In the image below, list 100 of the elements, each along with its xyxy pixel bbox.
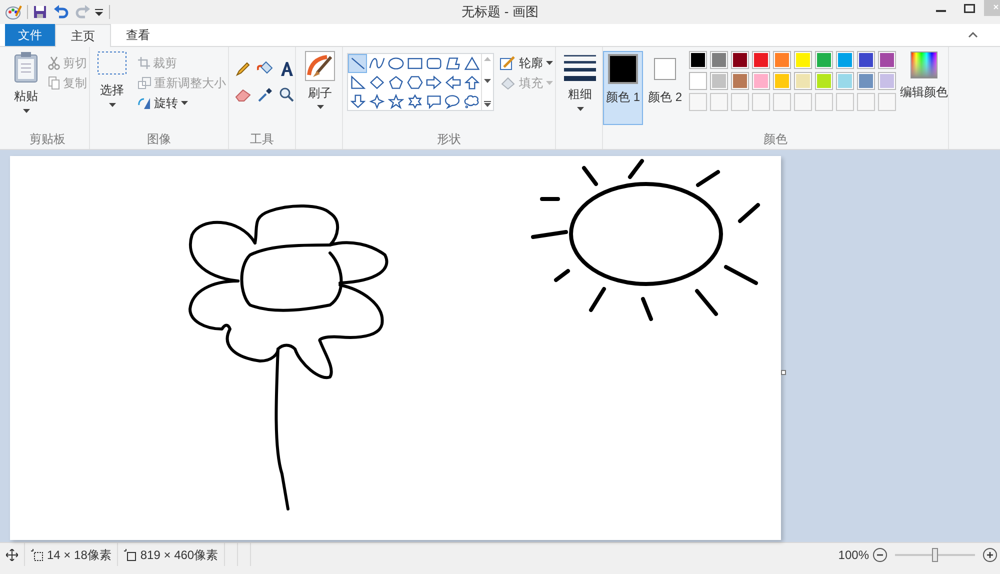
zoom-in-button[interactable] bbox=[983, 548, 997, 562]
close-icon bbox=[984, 0, 1000, 16]
eyedropper-icon[interactable] bbox=[257, 87, 273, 103]
shape-option[interactable] bbox=[443, 92, 462, 111]
empty-color-slot[interactable] bbox=[773, 93, 791, 111]
empty-color-slot[interactable] bbox=[794, 93, 812, 111]
image-size-icon bbox=[124, 548, 136, 560]
resize-icon bbox=[138, 77, 151, 89]
palette-color[interactable] bbox=[836, 72, 854, 90]
empty-color-slot[interactable] bbox=[878, 93, 896, 111]
caret-icon bbox=[546, 61, 553, 65]
shape-option[interactable] bbox=[367, 73, 386, 92]
color-slot[interactable]: 颜色 2 bbox=[645, 51, 685, 125]
dropdown-icon bbox=[576, 107, 584, 111]
selection-size-icon bbox=[31, 548, 43, 560]
palette-color[interactable] bbox=[773, 72, 791, 90]
selection-size: 14 × 18像素 bbox=[47, 546, 112, 564]
color-slot[interactable]: 颜色 1 bbox=[603, 51, 643, 125]
palette-color[interactable] bbox=[752, 72, 770, 90]
minimize-icon bbox=[936, 10, 946, 12]
image-size: 819 × 460像素 bbox=[140, 546, 218, 564]
palette-color[interactable] bbox=[815, 72, 833, 90]
shape-option[interactable] bbox=[386, 73, 405, 92]
drawing-canvas[interactable] bbox=[10, 156, 781, 540]
zoom-out-button[interactable] bbox=[873, 548, 887, 562]
ribbon-tab[interactable]: 主页 bbox=[55, 24, 111, 47]
empty-color-slot[interactable] bbox=[731, 93, 749, 111]
group-label: 颜色 bbox=[762, 131, 788, 148]
eraser-icon[interactable] bbox=[235, 87, 251, 103]
ribbon-tab[interactable]: 文件 bbox=[5, 24, 55, 46]
cursor-position-icon bbox=[6, 548, 18, 560]
palette-color[interactable] bbox=[689, 72, 707, 90]
copy-icon bbox=[48, 76, 60, 90]
resize-handle[interactable] bbox=[781, 370, 786, 375]
undo-icon bbox=[53, 5, 69, 19]
caret-icon bbox=[546, 81, 553, 85]
magnifier-icon[interactable] bbox=[279, 87, 295, 103]
empty-color-slot[interactable] bbox=[857, 93, 875, 111]
palette-color[interactable] bbox=[773, 51, 791, 69]
palette-color[interactable] bbox=[815, 51, 833, 69]
window-title: 无标题 - 画图 bbox=[462, 3, 538, 22]
empty-color-slot[interactable] bbox=[836, 93, 854, 111]
shape-option[interactable] bbox=[405, 73, 424, 92]
shape-option[interactable] bbox=[462, 73, 481, 92]
brushes-button[interactable]: 刷子 bbox=[298, 51, 342, 131]
palette-color[interactable] bbox=[878, 51, 896, 69]
empty-color-slot[interactable] bbox=[752, 93, 770, 111]
shape-option[interactable] bbox=[348, 92, 367, 111]
shape-option[interactable] bbox=[443, 73, 462, 92]
scroll-up-icon bbox=[484, 57, 491, 61]
palette-color[interactable] bbox=[689, 51, 707, 69]
shape-option[interactable] bbox=[348, 73, 367, 92]
save-icon bbox=[33, 5, 47, 19]
pencil-icon[interactable] bbox=[235, 61, 251, 77]
color-spectrum-icon bbox=[910, 51, 938, 79]
shape-option[interactable] bbox=[348, 54, 367, 73]
group-label: 形状 bbox=[436, 131, 462, 148]
size-button[interactable]: 粗细 bbox=[558, 51, 602, 131]
edit-colors-button[interactable]: 编辑颜色 bbox=[900, 51, 948, 131]
dropdown-icon bbox=[95, 8, 103, 16]
palette-color[interactable] bbox=[752, 51, 770, 69]
paint-app-icon bbox=[4, 4, 22, 20]
maximize-icon bbox=[964, 4, 975, 13]
collapse-icon bbox=[968, 32, 978, 38]
shape-option[interactable] bbox=[462, 54, 481, 73]
empty-color-slot[interactable] bbox=[815, 93, 833, 111]
palette-color[interactable] bbox=[794, 72, 812, 90]
group-label: 剪贴板 bbox=[28, 131, 66, 148]
zoom-slider[interactable] bbox=[895, 548, 975, 562]
palette-color[interactable] bbox=[710, 51, 728, 69]
shape-option[interactable] bbox=[424, 73, 443, 92]
ribbon-tab[interactable]: 查看 bbox=[111, 24, 165, 46]
palette-color[interactable] bbox=[731, 72, 749, 90]
outline-icon bbox=[500, 56, 516, 70]
text-icon[interactable] bbox=[279, 61, 295, 77]
group-label: 工具 bbox=[249, 131, 275, 148]
plus-icon bbox=[986, 550, 994, 558]
fill-icon bbox=[500, 76, 516, 90]
clipboard-icon bbox=[13, 51, 39, 83]
outline-button[interactable]: 轮廓 bbox=[498, 53, 555, 73]
palette-color[interactable] bbox=[794, 51, 812, 69]
rotate-button[interactable]: 旋转 bbox=[136, 93, 228, 113]
selection-icon bbox=[97, 51, 127, 77]
zoom-level: 100% bbox=[838, 546, 869, 564]
crop-icon bbox=[138, 57, 150, 69]
palette-color[interactable] bbox=[710, 72, 728, 90]
empty-color-slot[interactable] bbox=[689, 93, 707, 111]
palette-color[interactable] bbox=[857, 72, 875, 90]
dropdown-icon bbox=[108, 103, 116, 107]
shape-option[interactable] bbox=[386, 92, 405, 111]
palette-color[interactable] bbox=[857, 51, 875, 69]
redo-icon bbox=[75, 5, 91, 19]
more-icon bbox=[484, 101, 491, 107]
palette-color[interactable] bbox=[836, 51, 854, 69]
shape-option[interactable] bbox=[367, 92, 386, 111]
palette-color[interactable] bbox=[731, 51, 749, 69]
select-button[interactable]: 选择 bbox=[92, 51, 132, 131]
empty-color-slot[interactable] bbox=[710, 93, 728, 111]
palette-color[interactable] bbox=[878, 72, 896, 90]
paste-button[interactable]: 粘贴 bbox=[6, 51, 46, 131]
